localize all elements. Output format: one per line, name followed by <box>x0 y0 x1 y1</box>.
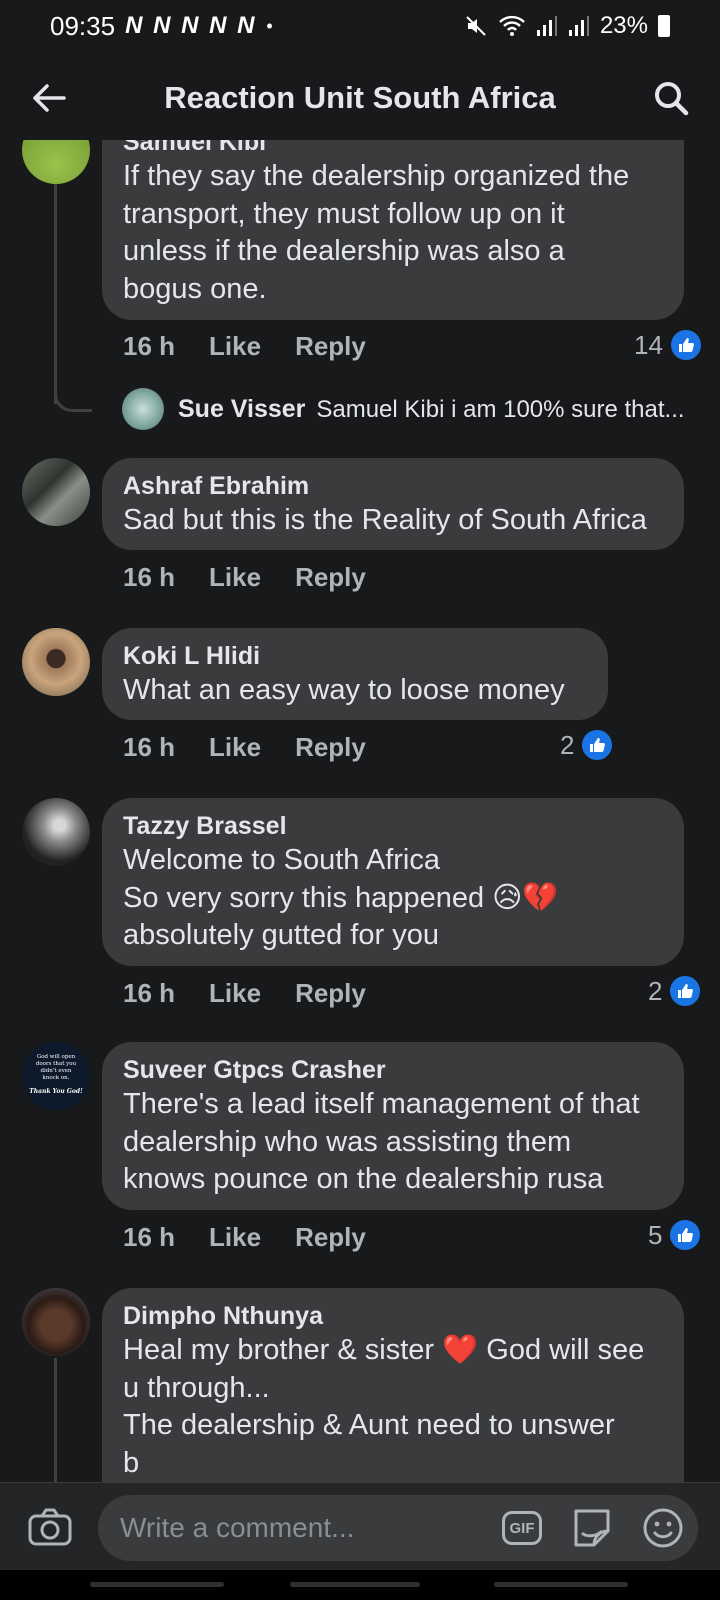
comment-actions: 16 h Like Reply <box>123 562 366 593</box>
status-bar: 09:35 N N N N N • 23% <box>0 0 720 52</box>
comment-time[interactable]: 16 h <box>123 1222 175 1253</box>
nav-recents-handle[interactable] <box>494 1582 628 1587</box>
like-button[interactable]: Like <box>209 978 261 1009</box>
mute-icon <box>466 16 486 36</box>
gif-button[interactable]: GIF <box>502 1511 542 1545</box>
signal-icon <box>536 16 557 36</box>
comments-feed[interactable]: Samuel Kibi If they say the dealership o… <box>0 140 720 1482</box>
comment-composer: Write a comment... GIF <box>0 1482 720 1570</box>
avatar[interactable]: God will open doors that you didn't even… <box>22 1042 90 1110</box>
battery-percent: 23% <box>599 12 648 39</box>
nav-back-handle[interactable] <box>90 1582 224 1587</box>
reaction-number: 2 <box>648 975 663 1006</box>
reply-button[interactable]: Reply <box>295 732 366 763</box>
thumbs-up-icon <box>668 328 703 362</box>
thumbs-up-icon <box>668 1218 703 1252</box>
comment-actions: 16 h Like Reply <box>123 1222 366 1253</box>
reply-button[interactable]: Reply <box>295 331 366 362</box>
avatar[interactable] <box>122 388 164 430</box>
comment-actions: 16 h Like Reply <box>123 732 366 763</box>
reply-text: Samuel Kibi i am 100% sure that... <box>316 396 685 423</box>
status-time: 09:35 <box>50 10 116 41</box>
comment-time[interactable]: 16 h <box>123 331 175 362</box>
thread-line <box>54 1358 57 1482</box>
like-button[interactable]: Like <box>209 331 261 362</box>
like-button[interactable]: Like <box>209 562 261 593</box>
comment-bubble[interactable]: Samuel Kibi If they say the dealership o… <box>102 140 684 320</box>
reaction-number: 2 <box>560 729 575 760</box>
signal-icon-2 <box>568 16 589 36</box>
avatar[interactable] <box>22 1288 90 1356</box>
arrow-left-icon[interactable] <box>30 79 68 117</box>
wifi-icon <box>499 15 525 36</box>
reply-button[interactable]: Reply <box>295 978 366 1009</box>
camera-icon[interactable] <box>28 1507 72 1547</box>
comment-author[interactable]: Dimpho Nthunya <box>123 1300 664 1332</box>
reaction-count[interactable]: 2 <box>648 974 703 1008</box>
status-dot: • <box>266 15 273 36</box>
avatar[interactable] <box>22 458 90 526</box>
smiley-icon[interactable] <box>642 1507 684 1549</box>
avatar[interactable] <box>22 140 90 184</box>
like-button[interactable]: Like <box>209 1222 261 1253</box>
comment-bubble[interactable]: Ashraf Ebrahim Sad but this is the Reali… <box>102 458 684 550</box>
system-nav-bar <box>0 1570 720 1600</box>
comment-text: Heal my brother & sister ❤️ God will see… <box>123 1334 645 1479</box>
comment-placeholder: Write a comment... <box>120 1512 355 1543</box>
comment-time[interactable]: 16 h <box>123 978 175 1009</box>
avatar[interactable] <box>22 628 90 696</box>
comment-text: What an easy way to loose money <box>123 674 565 706</box>
comment-author[interactable]: Suveer Gtpcs Crasher <box>123 1054 664 1086</box>
comment-text: Sad but this is the Reality of South Afr… <box>123 504 647 536</box>
nav-home-handle[interactable] <box>290 1582 420 1587</box>
reaction-number: 14 <box>634 329 663 360</box>
comment-text: If they say the dealership organized the… <box>123 160 630 305</box>
comment-author[interactable]: Koki L Hlidi <box>123 640 588 672</box>
reply-button[interactable]: Reply <box>295 1222 366 1253</box>
thread-line <box>54 184 57 404</box>
app-header: Reaction Unit South Africa <box>0 52 720 144</box>
notification-icons: N N N N N <box>125 12 257 39</box>
comment-bubble[interactable]: Koki L Hlidi What an easy way to loose m… <box>102 628 608 720</box>
comment-text: Welcome to South Africa So very sorry th… <box>123 844 559 951</box>
comment-actions: 16 h Like Reply <box>123 978 366 1009</box>
avatar-quote: God will open doors that you didn't even… <box>35 1054 77 1081</box>
reaction-count[interactable]: 5 <box>648 1218 703 1252</box>
comment-time[interactable]: 16 h <box>123 562 175 593</box>
page-title: Reaction Unit South Africa <box>164 80 556 115</box>
comment-author[interactable]: Tazzy Brassel <box>123 810 664 842</box>
comment-author[interactable]: Ashraf Ebrahim <box>123 470 664 502</box>
comment-bubble[interactable]: Tazzy Brassel Welcome to South Africa So… <box>102 798 684 966</box>
reply-author[interactable]: Sue Visser <box>178 395 305 423</box>
avatar-caption: Thank You God! <box>29 1088 83 1095</box>
gif-label: GIF <box>509 1519 535 1537</box>
like-button[interactable]: Like <box>209 732 261 763</box>
battery-icon <box>658 15 670 37</box>
avatar[interactable] <box>22 798 90 866</box>
thumbs-up-icon <box>668 974 703 1008</box>
reaction-count[interactable]: 2 <box>560 728 615 762</box>
sticker-icon[interactable] <box>570 1507 614 1549</box>
reaction-number: 5 <box>648 1219 663 1250</box>
comment-actions: 16 h Like Reply <box>123 331 366 362</box>
comment-bubble[interactable]: Suveer Gtpcs Crasher There's a lead itse… <box>102 1042 684 1210</box>
comment-bubble[interactable]: Dimpho Nthunya Heal my brother & sister … <box>102 1288 684 1482</box>
comment-text: There's a lead itself management of that… <box>123 1088 640 1195</box>
reaction-count[interactable]: 14 <box>634 328 703 362</box>
comment-author[interactable]: Samuel Kibi <box>123 140 664 158</box>
reply-preview[interactable]: Sue Visser Samuel Kibi i am 100% sure th… <box>0 388 720 434</box>
search-icon[interactable] <box>652 79 690 117</box>
comment-time[interactable]: 16 h <box>123 732 175 763</box>
thumbs-up-icon <box>580 728 615 762</box>
reply-button[interactable]: Reply <box>295 562 366 593</box>
